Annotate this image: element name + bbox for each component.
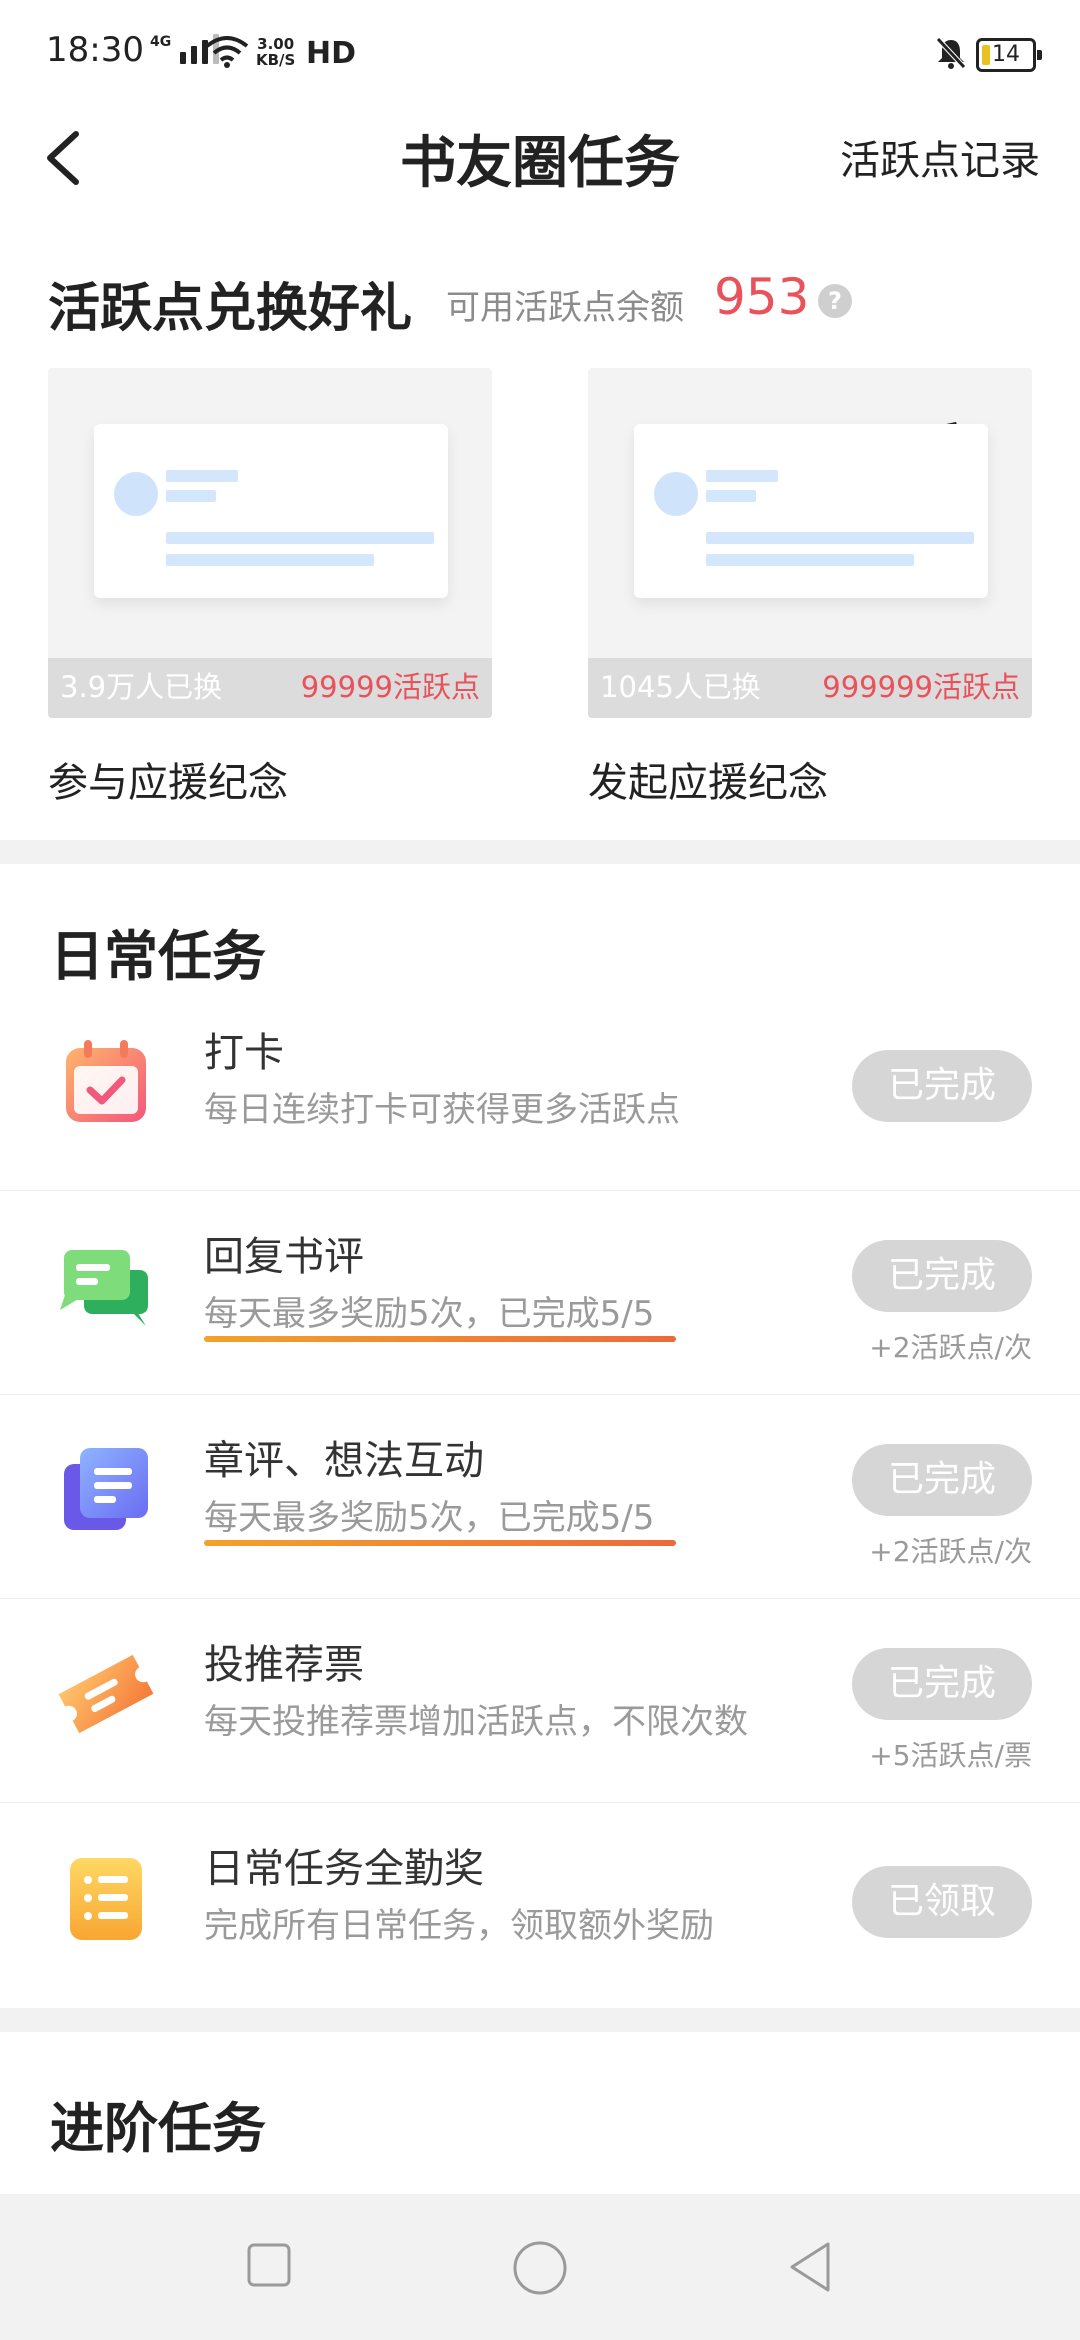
task-row-attendance: 日常任务全勤奖 完成所有日常任务，领取额外奖励 已领取: [0, 1802, 1080, 2006]
exchange-price: 999999活跃点: [822, 670, 1020, 704]
card-preview: [634, 424, 988, 598]
task-name: 日常任务全勤奖: [204, 1846, 484, 1892]
bell-muted-icon: [936, 37, 966, 69]
activity-record-link[interactable]: 活跃点记录: [840, 128, 1040, 186]
task-name: 回复书评: [204, 1234, 364, 1280]
status-time: 18:30: [46, 30, 144, 70]
task-row-vote: 投推荐票 每天投推荐票增加活跃点，不限次数 已完成 +5活跃点/票: [0, 1598, 1080, 1803]
card-preview: [94, 424, 448, 598]
wifi-icon: [205, 36, 249, 68]
hd-indicator: HD: [306, 36, 357, 71]
home-icon[interactable]: [512, 2240, 568, 2296]
task-reward: +2活跃点/次: [869, 1331, 1032, 1364]
task-status-button[interactable]: 已完成: [852, 1240, 1032, 1312]
system-nav-bar: [0, 2194, 1080, 2340]
task-desc: 每天最多奖励5次，已完成5/5: [204, 1294, 655, 1334]
balance-label: 可用活跃点余额: [446, 288, 684, 328]
gift-name: 发起应援纪念: [588, 760, 828, 806]
task-status-button[interactable]: 已完成: [852, 1444, 1032, 1516]
task-progress-bar: [204, 1336, 676, 1342]
task-name: 打卡: [204, 1030, 284, 1076]
section-divider: [0, 840, 1080, 864]
battery-level: 14: [992, 42, 1020, 67]
help-icon[interactable]: ?: [818, 284, 852, 318]
list-icon: [70, 1858, 142, 1940]
gift-card-1[interactable]: × 3.9万人已换 99999活跃点: [48, 368, 492, 718]
back-nav-icon[interactable]: [786, 2240, 832, 2294]
task-desc: 每天最多奖励5次，已完成5/5: [204, 1498, 655, 1538]
task-status-button[interactable]: 已完成: [852, 1050, 1032, 1122]
network-type: 4G: [150, 34, 172, 50]
balance-value: 953: [714, 268, 810, 326]
task-row-reply-review: 回复书评 每天最多奖励5次，已完成5/5 已完成 +2活跃点/次: [0, 1190, 1080, 1395]
advanced-tasks-title: 进阶任务: [50, 2096, 266, 2160]
recents-icon[interactable]: [246, 2242, 292, 2288]
exchange-count: 3.9万人已换: [60, 670, 223, 704]
task-progress-bar: [204, 1540, 676, 1546]
task-row-checkin: 打卡 每日连续打卡可获得更多活跃点 已完成: [0, 986, 1080, 1191]
task-reward: +2活跃点/次: [869, 1535, 1032, 1568]
task-desc: 每天投推荐票增加活跃点，不限次数: [204, 1702, 748, 1742]
note-stack-icon: [64, 1448, 148, 1530]
gift-name: 参与应援纪念: [48, 760, 288, 806]
calendar-check-icon: [66, 1040, 146, 1122]
task-reward: +5活跃点/票: [869, 1739, 1032, 1772]
ticket-icon: [58, 1654, 154, 1734]
task-name: 投推荐票: [204, 1642, 364, 1688]
section-divider: [0, 2008, 1080, 2032]
task-desc: 完成所有日常任务，领取额外奖励: [204, 1906, 714, 1946]
exchange-count: 1045人已换: [600, 670, 761, 704]
task-status-button[interactable]: 已领取: [852, 1866, 1032, 1938]
exchange-price: 99999活跃点: [300, 670, 480, 704]
network-speed: 3.00 KB/S: [256, 35, 296, 69]
chat-bubbles-icon: [60, 1250, 148, 1326]
gift-card-2[interactable]: 1045人已换 999999活跃点: [588, 368, 1032, 718]
task-desc: 每日连续打卡可获得更多活跃点: [204, 1090, 680, 1130]
task-row-chapter-comment: 章评、想法互动 每天最多奖励5次，已完成5/5 已完成 +2活跃点/次: [0, 1394, 1080, 1599]
exchange-section-title: 活跃点兑换好礼: [48, 278, 413, 339]
battery-icon: 14: [976, 38, 1042, 72]
task-name: 章评、想法互动: [204, 1438, 484, 1484]
status-bar: 18:30 4G 3.00 KB/S HD 14: [0, 0, 1080, 100]
daily-tasks-title: 日常任务: [50, 924, 266, 988]
task-status-button[interactable]: 已完成: [852, 1648, 1032, 1720]
